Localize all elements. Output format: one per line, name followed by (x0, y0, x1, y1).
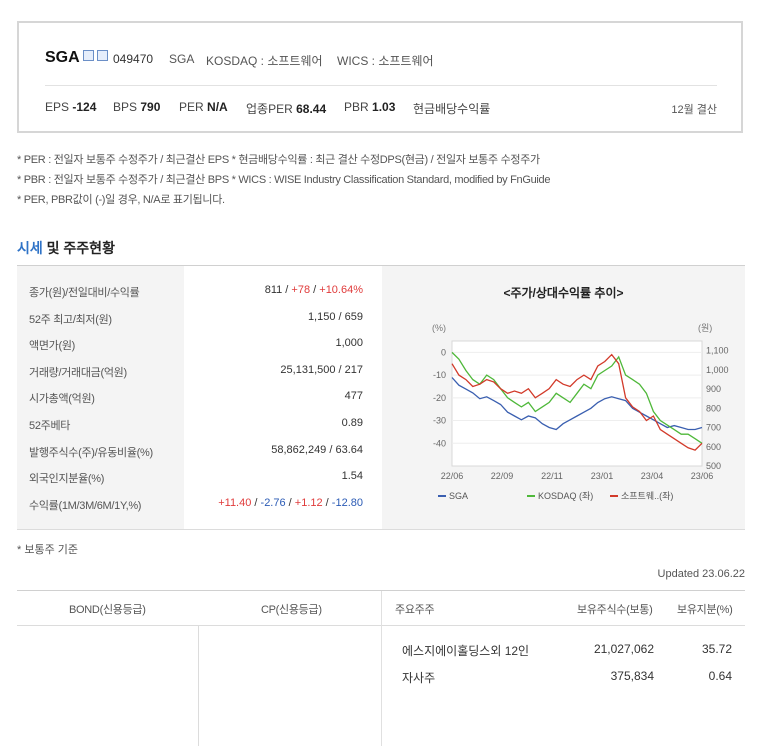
row-label: 52주 최고/최저(원) (29, 314, 112, 326)
chart-panel: <주가/상대수익률 추이> (%) (원) 0 -10 -20 -30 -40 1,100 1,… (382, 266, 745, 529)
eps-metric: EPS -124 (45, 100, 97, 114)
holder-name: 자사주 (402, 671, 436, 685)
holder-name: 에스지에이홀딩스외 12인 (402, 644, 530, 658)
price-return-chart: (%) (원) 0 -10 -20 -30 -40 1,100 1,000 900 800 700 60… (432, 323, 729, 501)
bps-metric: BPS 790 (113, 100, 161, 114)
row-value: 1.54 (341, 470, 363, 482)
wics-sector: WICS : 소프트웨어 (337, 54, 434, 68)
y-right-tick-label: 900 (706, 384, 721, 394)
fiscal-year-end: 12월 결산 (671, 104, 717, 116)
footnote: * 보통주 기준 (17, 544, 78, 556)
holder-shares: 375,834 (610, 669, 654, 683)
per-metric: PER N/A (179, 100, 228, 114)
row-label: 외국인지분율(%) (29, 473, 105, 485)
legend-label: KOSDAQ (좌) (538, 491, 593, 501)
company-en-name: SGA (169, 52, 195, 66)
updated-date: Updated 23.06.22 (657, 568, 745, 580)
x-tick-label: 22/06 (441, 471, 464, 481)
col-bond: BOND(신용등급) (69, 604, 146, 616)
y-left-tick-label: -20 (433, 393, 446, 403)
row-value: 58,862,249 / 63.64 (271, 444, 363, 456)
left-unit-label: (%) (432, 323, 446, 333)
y-left-tick-label: -10 (433, 370, 446, 380)
holder-pct: 35.72 (701, 642, 732, 656)
y-right-tick-label: 1,100 (706, 346, 729, 356)
legend-label: SGA (449, 491, 468, 501)
y-left-tick-label: 0 (441, 347, 446, 357)
eps-value: -124 (72, 100, 97, 114)
notes: * PER : 전일자 보통주 수정주가 / 최근결산 EPS * 현금배당수익… (17, 150, 551, 210)
col-pct: 보유지분(%) (677, 604, 733, 616)
row-label: 액면가(원) (29, 340, 76, 352)
col-major-holder: 주요주주 (395, 604, 435, 616)
x-tick-label: 22/09 (491, 471, 514, 481)
divider (381, 591, 382, 746)
y-right-tick-label: 1,000 (706, 365, 729, 375)
row-label: 종가(원)/전일대비/수익률 (29, 287, 140, 299)
market-table: 종가(원)/전일대비/수익률 811 / +78 / +10.64% 52주 최… (17, 265, 745, 530)
close-price-value: 811 / +78 / +10.64% (264, 284, 363, 296)
section-title: 시세 및 주주현황 (17, 240, 115, 256)
y-right-tick-label: 700 (706, 423, 721, 433)
x-tick-label: 23/04 (641, 471, 664, 481)
note-line: * PBR : 전일자 보통주 수정주가 / 최근결산 BPS * WICS :… (17, 174, 551, 186)
industry-per-metric: 업종PER 68.44 (246, 102, 327, 116)
x-tick-label: 22/11 (541, 471, 563, 481)
home-icon[interactable] (83, 50, 94, 61)
divider (198, 625, 199, 746)
row-value: 0.89 (341, 417, 363, 429)
dividend-yield-label: 현금배당수익률 (413, 102, 491, 116)
x-tick-label: 23/06 (691, 471, 714, 481)
company-summary: SGA 049470 SGA KOSDAQ : 소프트웨어 WICS : 소프트… (17, 21, 743, 133)
row-label: 거래량/거래대금(억원) (29, 367, 127, 379)
row-label: 시가총액(억원) (29, 393, 95, 405)
returns-value: +11.40 / -2.76 / +1.12 / -12.80 (218, 497, 363, 509)
col-shares: 보유주식수(보통) (577, 604, 653, 616)
col-cp: CP(신용등급) (261, 604, 322, 616)
row-label: 발행주식수(주)/유동비율(%) (29, 447, 153, 459)
y-left-tick-label: -30 (433, 416, 446, 426)
note-line: * PER, PBR값이 (-)일 경우, N/A로 표기됩니다. (17, 194, 225, 206)
per-value: N/A (207, 100, 228, 114)
y-right-tick-label: 500 (706, 461, 721, 471)
holder-shares: 21,027,062 (593, 642, 654, 656)
bps-value: 790 (140, 100, 161, 114)
x-tick-label: 23/01 (591, 471, 614, 481)
note-line: * PER : 전일자 보통주 수정주가 / 최근결산 EPS * 현금배당수익… (17, 154, 540, 166)
y-left-tick-label: -40 (433, 438, 446, 448)
shareholders-table: BOND(신용등급) CP(신용등급) 주요주주 보유주식수(보통) 보유지분(… (17, 590, 745, 746)
row-value: 25,131,500 / 217 (280, 364, 363, 376)
company-name: SGA (45, 49, 80, 66)
stock-code: 049470 (113, 52, 154, 66)
pbr-value: 1.03 (372, 100, 396, 114)
row-label: 수익률(1M/3M/6M/1Y,%) (29, 500, 142, 512)
plot-area (451, 340, 703, 467)
row-label: 52주베타 (29, 420, 71, 432)
y-right-tick-label: 800 (706, 403, 721, 413)
row-value: 1,150 / 659 (307, 311, 363, 323)
row-value: 1,000 (335, 337, 363, 349)
market-sector: KOSDAQ : 소프트웨어 (206, 54, 323, 68)
row-value: 477 (344, 390, 363, 402)
report-icon[interactable] (97, 50, 108, 61)
summary-divider (45, 85, 717, 86)
legend-label: 소프트웨..(좌) (621, 490, 673, 501)
industry-per-value: 68.44 (296, 102, 327, 116)
holder-pct: 0.64 (708, 669, 732, 683)
right-unit-label: (원) (698, 323, 712, 333)
pbr-metric: PBR 1.03 (344, 100, 396, 114)
y-right-tick-label: 600 (706, 442, 721, 452)
